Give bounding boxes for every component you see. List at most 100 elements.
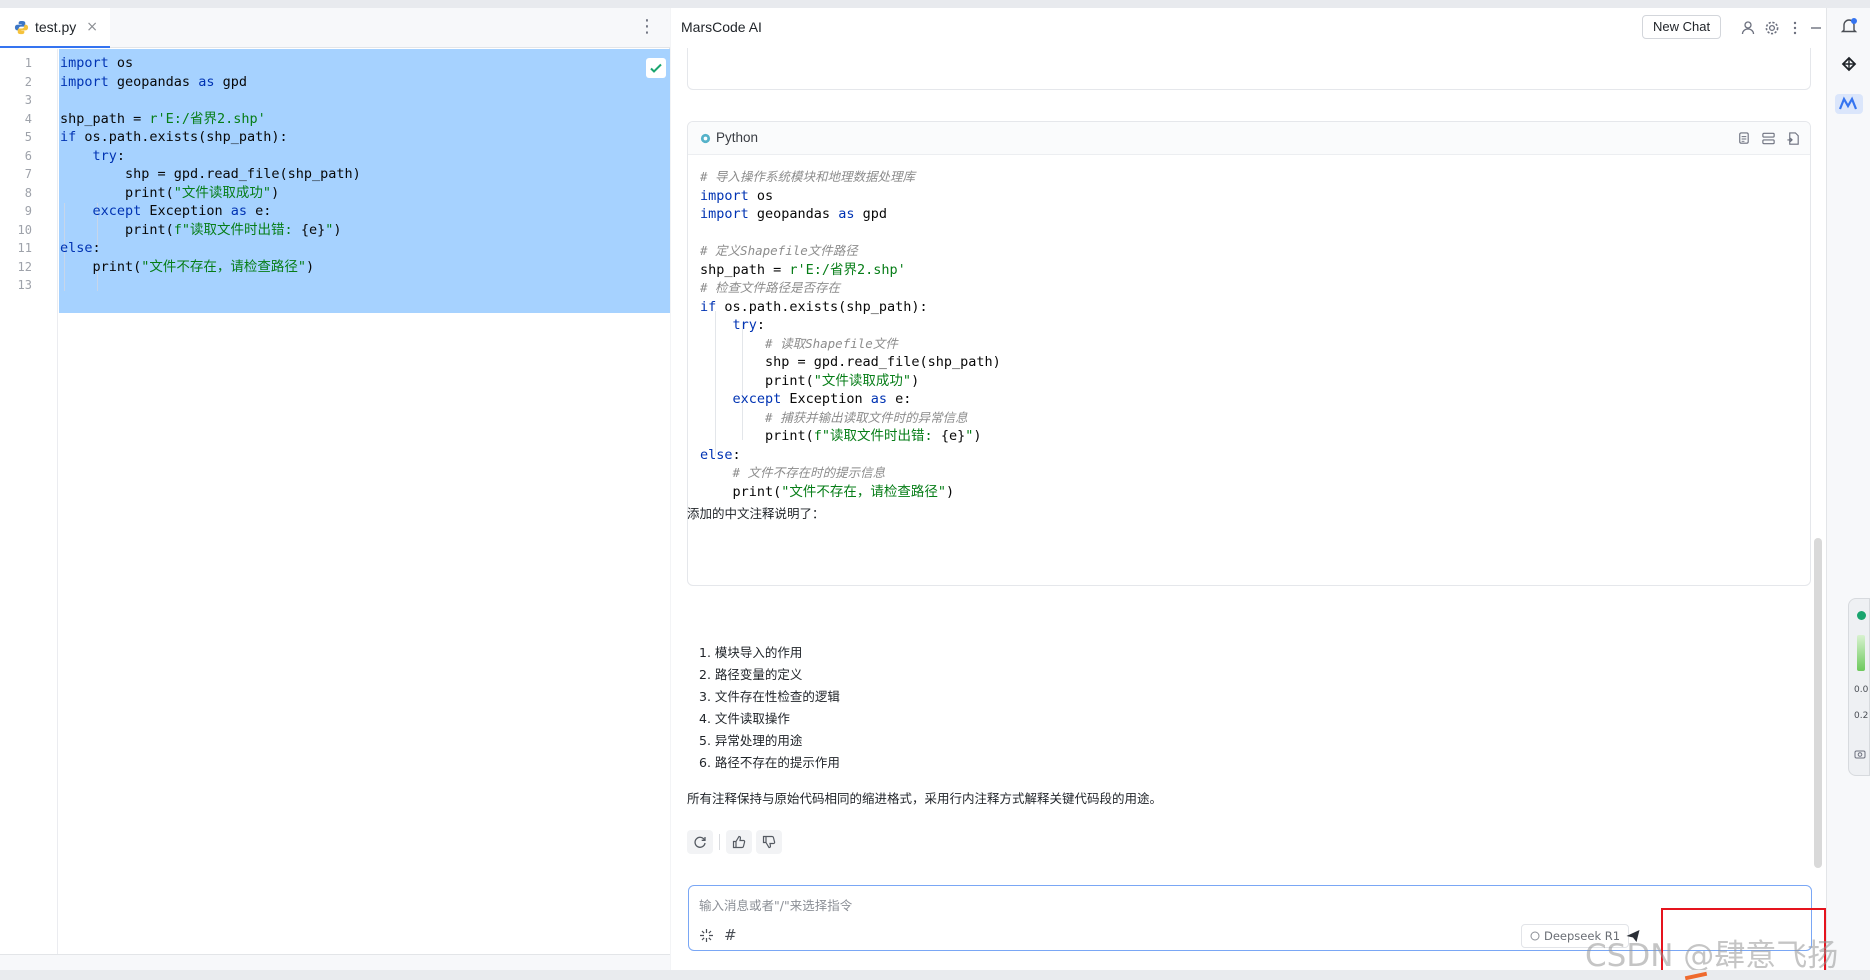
ai-chat-panel: MarsCode AI New Chat Python # 导入操作系统模块和地…	[671, 8, 1826, 970]
thumbs-up-button[interactable]	[726, 830, 752, 854]
code-token: )	[973, 428, 982, 444]
code-token: import	[700, 187, 749, 204]
answer-intro: 添加的中文注释说明了：	[687, 506, 825, 521]
input-toolbar: #	[699, 926, 747, 944]
code-token: os.path.exists(shp_path):	[716, 298, 928, 315]
previous-message-block	[687, 48, 1811, 90]
python-language-icon	[700, 133, 711, 144]
code-block: Python # 导入操作系统模块和地理数据处理库 import os import…	[687, 121, 1811, 586]
code-line: print(f"读取文件时出错: {e}")	[700, 425, 981, 447]
code-token: if	[700, 298, 717, 315]
minimize-icon[interactable]	[1808, 20, 1824, 36]
tab-test-py[interactable]: test.py ×	[0, 8, 110, 48]
code-token: import	[60, 73, 109, 90]
code-token: r'E:/省界2.shp'	[149, 110, 266, 127]
code-token: import	[700, 206, 749, 222]
code-editor[interactable]: 1 import os 2 import geopandas as gpd 3 4 shp_…	[0, 49, 670, 954]
list-item: 6. 路径不存在的提示作用	[699, 755, 840, 770]
code-token: # 文件不存在时的提示信息	[732, 465, 886, 480]
editor-status-strip	[0, 954, 670, 970]
more-vertical-icon[interactable]	[1787, 20, 1803, 36]
answer-summary: 所有注释保持与原始代码相同的缩进格式，采用行内注释方式解释关键代码段的用途。	[687, 791, 1163, 806]
code-token: )	[333, 221, 342, 238]
code-token: shp = gpd.read_file(shp_path)	[700, 354, 1001, 370]
code-token: # 捕获并输出读取文件时的异常信息	[765, 409, 968, 425]
ai-assistant-icon[interactable]	[1839, 54, 1859, 74]
code-token: "文件不存在，请检查路径"	[781, 483, 947, 500]
camera-icon	[1854, 750, 1866, 759]
marscode-icon[interactable]	[1835, 94, 1863, 114]
code-token: "文件读取成功"	[813, 372, 912, 389]
hash-command-icon[interactable]: #	[724, 926, 737, 944]
new-chat-button[interactable]: New Chat	[1642, 15, 1722, 39]
regenerate-button[interactable]	[687, 830, 713, 854]
bottom-bar	[0, 970, 1870, 980]
code-token: e:	[246, 203, 272, 219]
code-token: {e}	[300, 221, 326, 238]
user-icon[interactable]	[1741, 20, 1757, 36]
more-vertical-icon[interactable]: ⋮	[638, 17, 656, 37]
chat-scrollbar[interactable]	[1814, 538, 1822, 868]
list-item: 5. 异常处理的用途	[699, 733, 803, 748]
code-token: as	[870, 391, 887, 407]
code-token: geopandas	[108, 73, 199, 90]
status-dot	[1857, 611, 1866, 620]
chat-input-placeholder: 输入消息或者"/"来选择指令	[699, 898, 853, 913]
answer-list: 1. 模块导入的作用 2. 路径变量的定义 3. 文件存在性检查的逻辑 4. 文…	[699, 642, 840, 774]
code-token: shp = gpd.read_file(shp_path)	[60, 166, 361, 182]
code-token: "文件读取成功"	[173, 184, 272, 201]
refresh-icon	[694, 836, 706, 848]
notifications-bell-icon[interactable]	[1839, 16, 1859, 36]
code-token: os.path.exists(shp_path):	[76, 129, 288, 145]
code-token: else	[60, 240, 93, 256]
upload-rate: 0.0	[1854, 685, 1869, 695]
copy-icon[interactable]	[1736, 131, 1751, 146]
code-line: 13	[0, 274, 670, 296]
code-token: as	[838, 206, 855, 222]
code-token: import	[60, 55, 109, 71]
code-token: "文件不存在，请检查路径"	[141, 258, 307, 275]
code-token: else	[700, 446, 733, 463]
code-token: if	[60, 129, 77, 145]
feedback-row	[687, 830, 786, 854]
code-token: {e}	[940, 428, 966, 444]
code-token: r'E:/省界2.shp'	[789, 261, 906, 278]
python-file-icon	[14, 20, 29, 34]
list-item: 2. 路径变量的定义	[699, 667, 803, 682]
code-token: # 读取Shapefile文件	[765, 335, 898, 351]
close-tab-icon[interactable]: ×	[86, 19, 98, 35]
list-item: 3. 文件存在性检查的逻辑	[699, 689, 840, 704]
list-item: 1. 模块导入的作用	[699, 645, 803, 660]
code-token: # 定义Shapefile文件路径	[700, 243, 858, 258]
inspection-ok-icon[interactable]	[646, 58, 666, 78]
divider	[719, 834, 720, 850]
code-token: f"读取文件时出错:	[173, 221, 301, 238]
code-token: print(	[700, 483, 782, 500]
code-token: except	[92, 203, 142, 219]
gear-icon[interactable]	[1764, 20, 1780, 36]
code-token: )	[306, 258, 315, 275]
thumbs-down-button[interactable]	[756, 830, 782, 854]
code-token: e:	[886, 391, 912, 407]
chat-header: MarsCode AI New Chat	[671, 8, 1826, 48]
code-token: )	[946, 483, 955, 500]
code-token: shp_path =	[700, 261, 790, 278]
code-token: as	[230, 203, 247, 219]
code-token: # 导入操作系统模块和地理数据处理库	[700, 169, 916, 184]
code-token: print(	[60, 221, 174, 238]
tab-filename: test.py	[35, 19, 77, 35]
insert-code-icon[interactable]	[1761, 131, 1776, 146]
code-token: except	[732, 391, 782, 407]
code-token: # 检查文件路径是否存在	[700, 280, 841, 295]
apply-to-file-icon[interactable]	[1786, 131, 1801, 146]
code-token: :	[92, 240, 101, 256]
sparkle-icon[interactable]	[699, 928, 714, 943]
model-icon	[1530, 931, 1540, 941]
code-token: print(	[700, 428, 814, 444]
